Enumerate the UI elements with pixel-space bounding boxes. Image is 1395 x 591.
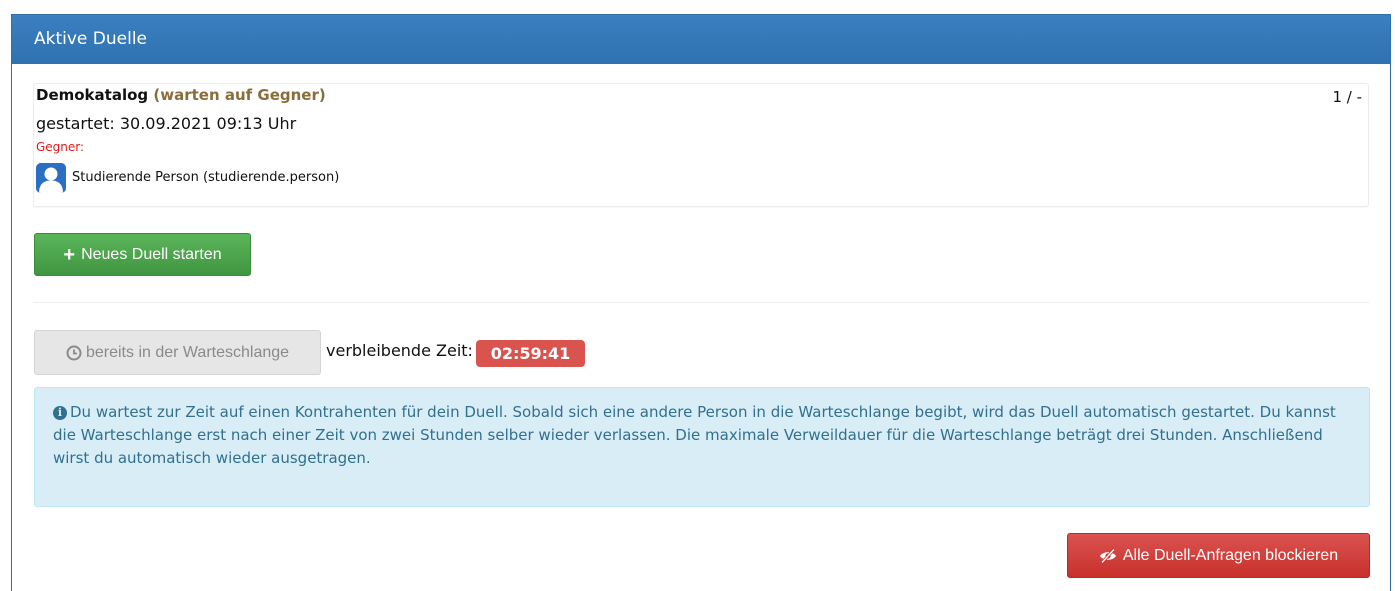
- eye-slash-icon: [1099, 547, 1117, 564]
- info-alert: i Du wartest zur Zeit auf einen Kontrahen…: [34, 387, 1370, 507]
- duel-started: gestartet: 30.09.2021 09:13 Uhr: [36, 114, 297, 133]
- new-duel-label: Neues Duell starten: [81, 245, 222, 263]
- info-text: Du wartest zur Zeit auf einen Kontrahent…: [53, 403, 1336, 467]
- block-duel-requests-label: Alle Duell-Anfragen blockieren: [1122, 546, 1339, 564]
- remaining-time-badge: 02:59:41: [476, 340, 585, 367]
- duel-pager: 1 / -: [1332, 88, 1362, 106]
- queue-label: bereits in der Warteschlange: [85, 343, 290, 361]
- info-icon: i: [53, 406, 67, 420]
- block-duel-requests-button[interactable]: Alle Duell-Anfragen blockieren: [1067, 533, 1370, 578]
- user-avatar-icon: [36, 163, 66, 193]
- duel-catalog[interactable]: Demokatalog: [36, 86, 148, 104]
- panel-heading: Aktive Duelle: [12, 15, 1390, 64]
- duel-status: (warten auf Gegner): [153, 86, 326, 104]
- duel-card: Demokatalog (warten auf Gegner) 1 / - ge…: [33, 83, 1369, 207]
- divider: [33, 302, 1369, 303]
- queue-button[interactable]: bereits in der Warteschlange: [34, 330, 321, 375]
- clock-icon: [66, 345, 82, 361]
- page: Aktive Duelle Demokatalog (warten auf Ge…: [0, 0, 1395, 591]
- active-duels-panel: Aktive Duelle Demokatalog (warten auf Ge…: [11, 14, 1391, 591]
- opponent-name: Studierende Person (studierende.person): [72, 170, 340, 185]
- new-duel-button[interactable]: + Neues Duell starten: [34, 233, 251, 276]
- remaining-time-label: verbleibende Zeit:: [326, 341, 473, 360]
- plus-icon: +: [63, 243, 76, 266]
- opponent-label: Gegner:: [36, 140, 85, 154]
- duel-title: Demokatalog (warten auf Gegner): [36, 86, 326, 104]
